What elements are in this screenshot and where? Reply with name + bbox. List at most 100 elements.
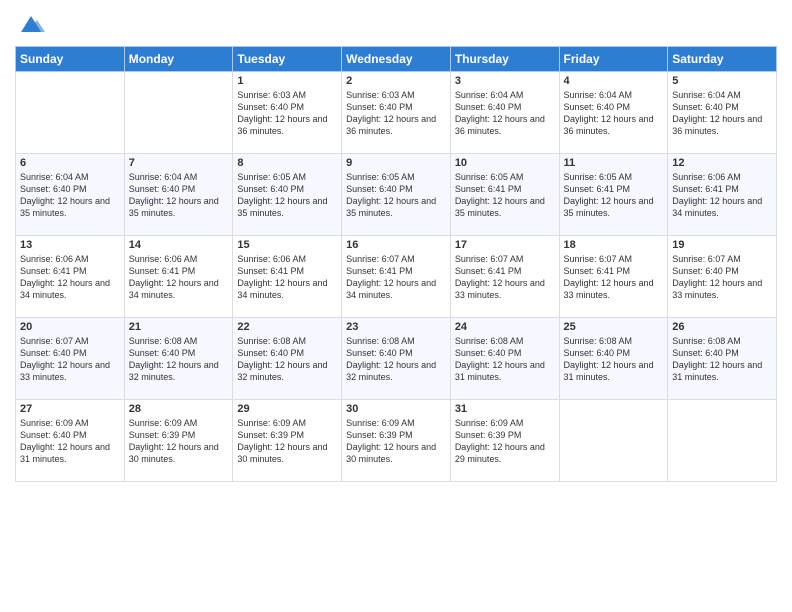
day-number: 11	[564, 157, 664, 169]
day-number: 4	[564, 75, 664, 87]
calendar-cell: 3Sunrise: 6:04 AMSunset: 6:40 PMDaylight…	[450, 72, 559, 154]
calendar-table: SundayMondayTuesdayWednesdayThursdayFrid…	[15, 46, 777, 482]
day-number: 1	[237, 75, 337, 87]
cell-content: Sunrise: 6:04 AMSunset: 6:40 PMDaylight:…	[455, 89, 555, 138]
day-number: 7	[129, 157, 229, 169]
calendar-cell: 10 Sunrise: 6:05 AMSunset: 6:41 PMDayligh…	[450, 154, 559, 236]
calendar-cell: 9Sunrise: 6:05 AMSunset: 6:40 PMDaylight…	[342, 154, 451, 236]
calendar-cell	[559, 400, 668, 482]
calendar-cell: 22Sunrise: 6:08 AMSunset: 6:40 PMDayligh…	[233, 318, 342, 400]
calendar-cell: 13 Sunrise: 6:06 AMSunset: 6:41 PMDayligh…	[16, 236, 125, 318]
cell-content: Sunrise: 6:09 AMSunset: 6:40 PMDaylight:…	[20, 417, 120, 466]
day-number: 31	[455, 403, 555, 415]
day-number: 25	[564, 321, 664, 333]
calendar-cell: 30 Sunrise: 6:09 AMSunset: 6:39 PMDayligh…	[342, 400, 451, 482]
cell-content: Sunrise: 6:06 AMSunset: 6:41 PMDaylight:…	[20, 253, 120, 302]
day-number: 27	[20, 403, 120, 415]
cell-content: Sunrise: 6:08 AMSunset: 6:40 PMDaylight:…	[564, 335, 664, 384]
day-number: 18	[564, 239, 664, 251]
cell-content: Sunrise: 6:09 AMSunset: 6:39 PMDaylight:…	[129, 417, 229, 466]
day-number: 19	[672, 239, 772, 251]
calendar-cell: 11 Sunrise: 6:05 AMSunset: 6:41 PMDayligh…	[559, 154, 668, 236]
cell-content: Sunrise: 6:04 AMSunset: 6:40 PMDaylight:…	[672, 89, 772, 138]
cell-content: Sunrise: 6:04 AMSunset: 6:40 PMDaylight:…	[564, 89, 664, 138]
cell-content: Sunrise: 6:04 AMSunset: 6:40 PMDaylight:…	[20, 171, 120, 220]
cell-content: Sunrise: 6:07 AMSunset: 6:41 PMDaylight:…	[455, 253, 555, 302]
day-number: 26	[672, 321, 772, 333]
day-number: 12	[672, 157, 772, 169]
week-row-3: 13 Sunrise: 6:06 AMSunset: 6:41 PMDayligh…	[16, 236, 777, 318]
day-number: 2	[346, 75, 446, 87]
cell-content: Sunrise: 6:03 AMSunset: 6:40 PMDaylight:…	[237, 89, 337, 138]
cell-content: Sunrise: 6:05 AMSunset: 6:41 PMDaylight:…	[564, 171, 664, 220]
week-row-5: 27 Sunrise: 6:09 AMSunset: 6:40 PMDayligh…	[16, 400, 777, 482]
cell-content: Sunrise: 6:04 AMSunset: 6:40 PMDaylight:…	[129, 171, 229, 220]
day-number: 10	[455, 157, 555, 169]
day-number: 15	[237, 239, 337, 251]
calendar-cell: 15 Sunrise: 6:06 AMSunset: 6:41 PMDayligh…	[233, 236, 342, 318]
calendar-cell: 7 Sunrise: 6:04 AMSunset: 6:40 PMDaylight…	[124, 154, 233, 236]
calendar-cell: 17 Sunrise: 6:07 AMSunset: 6:41 PMDayligh…	[450, 236, 559, 318]
cell-content: Sunrise: 6:09 AMSunset: 6:39 PMDaylight:…	[455, 417, 555, 466]
calendar-cell: 29 Sunrise: 6:09 AMSunset: 6:39 PMDayligh…	[233, 400, 342, 482]
day-header-thursday: Thursday	[450, 47, 559, 72]
cell-content: Sunrise: 6:08 AMSunset: 6:40 PMDaylight:…	[672, 335, 772, 384]
calendar-cell: 24 Sunrise: 6:08 AMSunset: 6:40 PMDayligh…	[450, 318, 559, 400]
calendar-cell: 1 Sunrise: 6:03 AMSunset: 6:40 PMDaylight…	[233, 72, 342, 154]
cell-content: Sunrise: 6:08 AMSunset: 6:40 PMDaylight:…	[129, 335, 229, 384]
week-row-4: 20 Sunrise: 6:07 AMSunset: 6:40 PMDayligh…	[16, 318, 777, 400]
calendar-cell: 4 Sunrise: 6:04 AMSunset: 6:40 PMDaylight…	[559, 72, 668, 154]
calendar-cell: 16Sunrise: 6:07 AMSunset: 6:41 PMDayligh…	[342, 236, 451, 318]
calendar-cell: 18 Sunrise: 6:07 AMSunset: 6:41 PMDayligh…	[559, 236, 668, 318]
day-number: 20	[20, 321, 120, 333]
calendar-cell: 5 Sunrise: 6:04 AMSunset: 6:40 PMDaylight…	[668, 72, 777, 154]
logo	[15, 10, 45, 38]
calendar-cell: 31 Sunrise: 6:09 AMSunset: 6:39 PMDayligh…	[450, 400, 559, 482]
cell-content: Sunrise: 6:06 AMSunset: 6:41 PMDaylight:…	[237, 253, 337, 302]
day-number: 23	[346, 321, 446, 333]
day-header-tuesday: Tuesday	[233, 47, 342, 72]
day-number: 16	[346, 239, 446, 251]
page: SundayMondayTuesdayWednesdayThursdayFrid…	[0, 0, 792, 612]
cell-content: Sunrise: 6:07 AMSunset: 6:40 PMDaylight:…	[672, 253, 772, 302]
cell-content: Sunrise: 6:06 AMSunset: 6:41 PMDaylight:…	[672, 171, 772, 220]
calendar-cell: 27 Sunrise: 6:09 AMSunset: 6:40 PMDayligh…	[16, 400, 125, 482]
day-number: 5	[672, 75, 772, 87]
calendar-cell: 20 Sunrise: 6:07 AMSunset: 6:40 PMDayligh…	[16, 318, 125, 400]
day-number: 9	[346, 157, 446, 169]
cell-content: Sunrise: 6:07 AMSunset: 6:40 PMDaylight:…	[20, 335, 120, 384]
calendar-cell: 23 Sunrise: 6:08 AMSunset: 6:40 PMDayligh…	[342, 318, 451, 400]
day-number: 24	[455, 321, 555, 333]
day-number: 8	[237, 157, 337, 169]
calendar-cell: 8Sunrise: 6:05 AMSunset: 6:40 PMDaylight…	[233, 154, 342, 236]
day-number: 14	[129, 239, 229, 251]
calendar-cell: 2 Sunrise: 6:03 AMSunset: 6:40 PMDaylight…	[342, 72, 451, 154]
day-number: 29	[237, 403, 337, 415]
cell-content: Sunrise: 6:09 AMSunset: 6:39 PMDaylight:…	[346, 417, 446, 466]
cell-content: Sunrise: 6:08 AMSunset: 6:40 PMDaylight:…	[346, 335, 446, 384]
day-number: 30	[346, 403, 446, 415]
cell-content: Sunrise: 6:08 AMSunset: 6:40 PMDaylight:…	[455, 335, 555, 384]
day-header-saturday: Saturday	[668, 47, 777, 72]
logo-icon	[17, 10, 45, 38]
week-row-1: 1 Sunrise: 6:03 AMSunset: 6:40 PMDaylight…	[16, 72, 777, 154]
cell-content: Sunrise: 6:09 AMSunset: 6:39 PMDaylight:…	[237, 417, 337, 466]
day-header-friday: Friday	[559, 47, 668, 72]
header	[15, 10, 777, 38]
calendar-cell: 19 Sunrise: 6:07 AMSunset: 6:40 PMDayligh…	[668, 236, 777, 318]
calendar-cell: 28Sunrise: 6:09 AMSunset: 6:39 PMDayligh…	[124, 400, 233, 482]
day-number: 13	[20, 239, 120, 251]
cell-content: Sunrise: 6:05 AMSunset: 6:41 PMDaylight:…	[455, 171, 555, 220]
day-number: 17	[455, 239, 555, 251]
calendar-cell	[124, 72, 233, 154]
day-number: 22	[237, 321, 337, 333]
calendar-cell: 12 Sunrise: 6:06 AMSunset: 6:41 PMDayligh…	[668, 154, 777, 236]
day-header-sunday: Sunday	[16, 47, 125, 72]
header-row: SundayMondayTuesdayWednesdayThursdayFrid…	[16, 47, 777, 72]
cell-content: Sunrise: 6:07 AMSunset: 6:41 PMDaylight:…	[564, 253, 664, 302]
calendar-cell: 26 Sunrise: 6:08 AMSunset: 6:40 PMDayligh…	[668, 318, 777, 400]
calendar-cell	[668, 400, 777, 482]
calendar-cell: 6Sunrise: 6:04 AMSunset: 6:40 PMDaylight…	[16, 154, 125, 236]
cell-content: Sunrise: 6:03 AMSunset: 6:40 PMDaylight:…	[346, 89, 446, 138]
calendar-cell: 14Sunrise: 6:06 AMSunset: 6:41 PMDayligh…	[124, 236, 233, 318]
